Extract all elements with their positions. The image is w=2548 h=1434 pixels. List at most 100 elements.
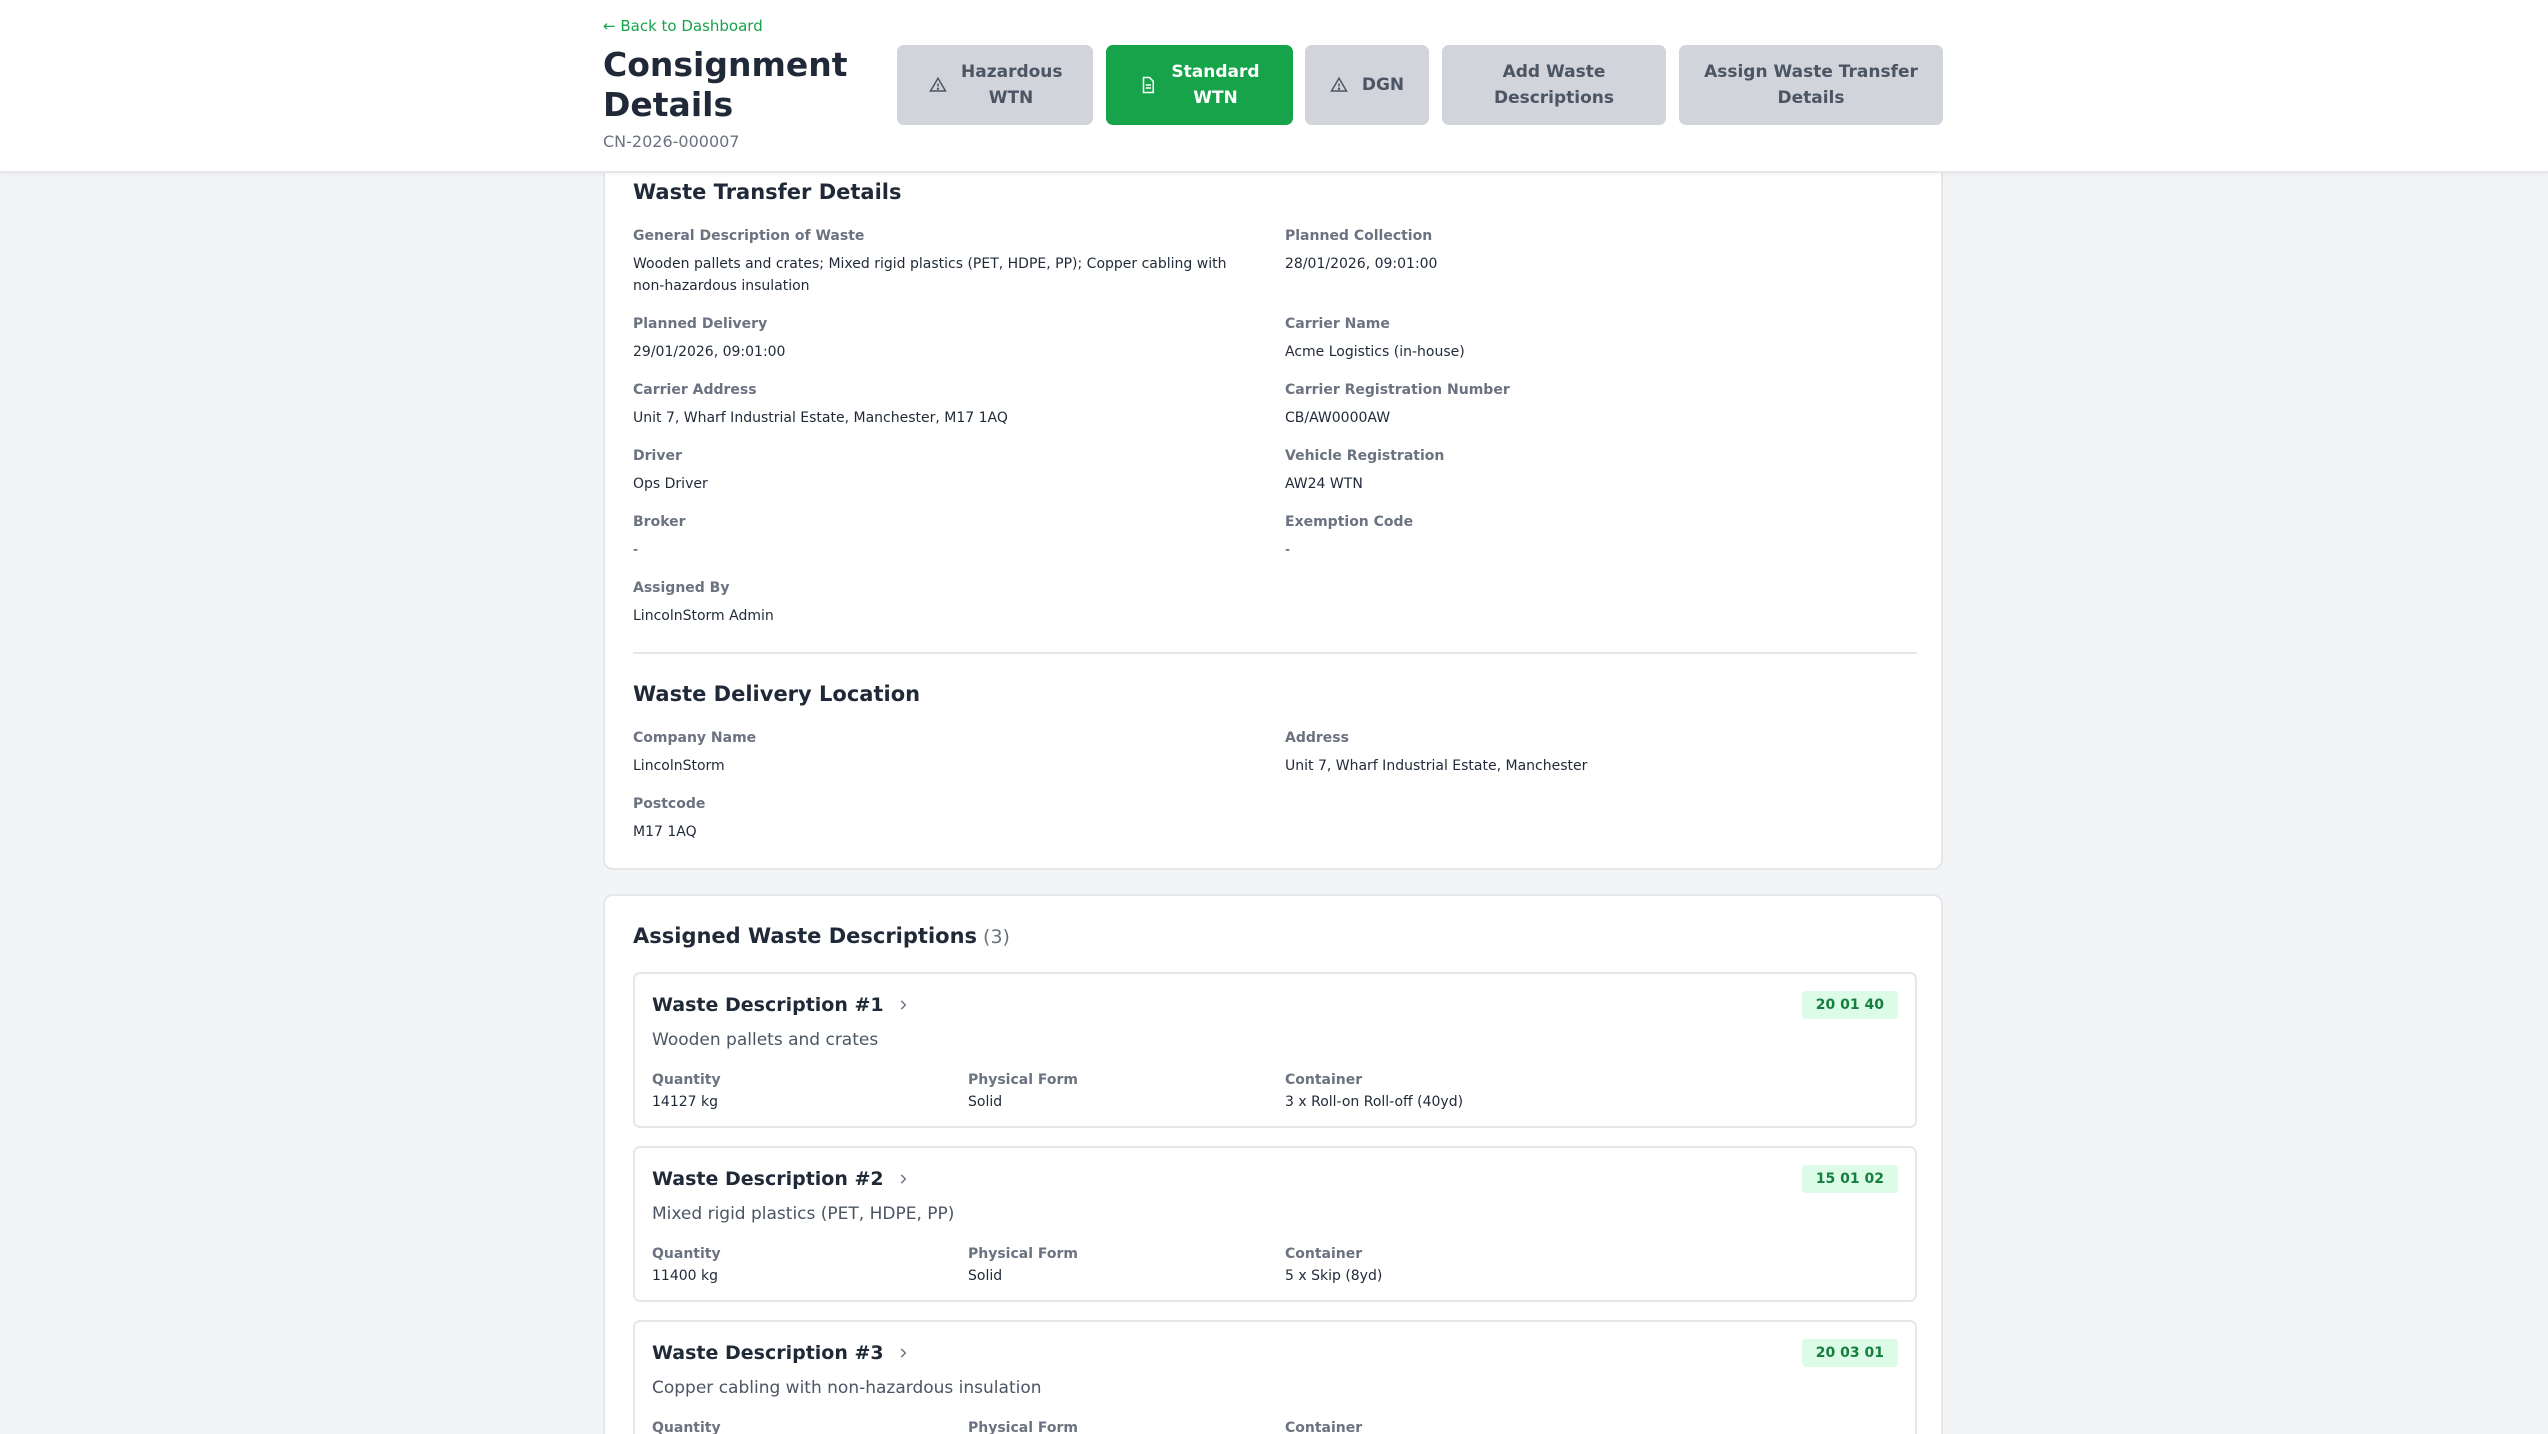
physical-form-field: Physical Form Solid xyxy=(968,1246,1078,1284)
quantity-field: Quantity 14127 kg xyxy=(652,1072,721,1110)
container-label: Container xyxy=(1285,1420,1363,1434)
waste-transfer-title: Waste Transfer Details xyxy=(633,180,902,204)
back-to-dashboard-link[interactable]: ← Back to Dashboard xyxy=(603,17,763,35)
field-value: AW24 WTN xyxy=(1285,476,1363,492)
waste-description-item[interactable]: Waste Description #2 Mixed rigid plastic… xyxy=(633,1146,1917,1302)
dgn-button[interactable]: DGN xyxy=(1305,45,1429,125)
ewc-code-badge: 20 03 01 xyxy=(1801,1339,1898,1367)
physical-form-field: Physical Form xyxy=(968,1420,1078,1434)
quantity-label: Quantity xyxy=(652,1246,721,1262)
field-label: Planned Delivery xyxy=(633,316,768,332)
field-value: CB/AW0000AW xyxy=(1285,410,1391,426)
field-value: M17 1AQ xyxy=(633,824,697,840)
field-carrier-registration: Carrier Registration Number CB/AW0000AW xyxy=(1285,382,1905,429)
field-address: Address Unit 7, Wharf Industrial Estate,… xyxy=(1285,730,1905,777)
standard-wtn-button[interactable]: Standard WTN xyxy=(1106,45,1293,125)
container-value: 5 x Skip (8yd) xyxy=(1285,1268,1383,1284)
quantity-label: Quantity xyxy=(652,1420,721,1434)
field-vehicle-registration: Vehicle Registration AW24 WTN xyxy=(1285,448,1905,495)
section-divider xyxy=(633,652,1917,654)
waste-description-title-text: Waste Description #3 xyxy=(652,1342,884,1364)
waste-description-title-text: Waste Description #2 xyxy=(652,1168,884,1190)
quantity-field: Quantity 11400 kg xyxy=(652,1246,721,1284)
waste-description-item[interactable]: Waste Description #3 Copper cabling with… xyxy=(633,1320,1917,1434)
field-label: Exemption Code xyxy=(1285,514,1414,530)
field-label: Carrier Address xyxy=(633,382,757,398)
container-field: Container 3 x Roll-on Roll-off (40yd) xyxy=(1285,1072,1463,1110)
waste-description-title[interactable]: Waste Description #3 xyxy=(652,1342,910,1364)
field-value: - xyxy=(1285,542,1291,558)
waste-description-title[interactable]: Waste Description #2 xyxy=(652,1168,910,1190)
field-label: General Description of Waste xyxy=(633,228,865,244)
quantity-field: Quantity xyxy=(652,1420,721,1434)
container-field: Container xyxy=(1285,1420,1362,1434)
dgn-label: DGN xyxy=(1361,75,1405,95)
waste-description-text: Wooden pallets and crates xyxy=(652,1030,879,1050)
field-label: Address xyxy=(1285,730,1349,746)
field-label: Driver xyxy=(633,448,682,464)
waste-description-text: Copper cabling with non-hazardous insula… xyxy=(652,1378,1042,1398)
field-value: Unit 7, Wharf Industrial Estate, Manches… xyxy=(1285,758,1588,774)
hazardous-wtn-button[interactable]: Hazardous WTN xyxy=(897,45,1093,125)
field-postcode: Postcode M17 1AQ xyxy=(633,796,1253,843)
page-title: Consignment Details xyxy=(603,45,848,124)
field-value: - xyxy=(633,542,639,558)
physical-form-value: Solid xyxy=(968,1268,1003,1284)
field-planned-delivery: Planned Delivery 29/01/2026, 09:01:00 xyxy=(633,316,1253,363)
waste-description-text: Mixed rigid plastics (PET, HDPE, PP) xyxy=(652,1204,955,1224)
assign-waste-transfer-label: Assign Waste Transfer Details xyxy=(1704,62,1918,108)
field-value: Unit 7, Wharf Industrial Estate, Manches… xyxy=(633,410,1008,426)
field-value: LincolnStorm Admin xyxy=(633,608,774,624)
waste-delivery-location-title: Waste Delivery Location xyxy=(633,682,921,706)
field-label: Company Name xyxy=(633,730,757,746)
field-general-description: General Description of Waste Wooden pall… xyxy=(633,228,1253,297)
waste-description-title[interactable]: Waste Description #1 xyxy=(652,994,910,1016)
field-carrier-name: Carrier Name Acme Logistics (in-house) xyxy=(1285,316,1905,363)
field-label: Vehicle Registration xyxy=(1285,448,1445,464)
physical-form-label: Physical Form xyxy=(968,1072,1079,1088)
physical-form-value: Solid xyxy=(968,1094,1003,1110)
document-icon xyxy=(1139,76,1157,94)
physical-form-field: Physical Form Solid xyxy=(968,1072,1078,1110)
field-label: Carrier Name xyxy=(1285,316,1390,332)
ewc-code-badge: 15 01 02 xyxy=(1801,1165,1898,1193)
page-header: ← Back to Dashboard Consignment Details … xyxy=(0,0,2548,173)
quantity-label: Quantity xyxy=(652,1072,721,1088)
container-label: Container xyxy=(1285,1072,1363,1088)
field-value: Ops Driver xyxy=(633,476,708,492)
field-label: Assigned By xyxy=(633,580,730,596)
waste-description-item[interactable]: Waste Description #1 Wooden pallets and … xyxy=(633,972,1917,1128)
ewc-code-badge: 20 01 40 xyxy=(1801,991,1898,1019)
chevron-right-icon xyxy=(896,1172,910,1186)
container-value: 3 x Roll-on Roll-off (40yd) xyxy=(1285,1094,1464,1110)
field-carrier-address: Carrier Address Unit 7, Wharf Industrial… xyxy=(633,382,1253,429)
assigned-waste-descriptions-title: Assigned Waste Descriptions (3) xyxy=(633,924,1010,948)
field-driver: Driver Ops Driver xyxy=(633,448,1253,495)
chevron-right-icon xyxy=(896,1346,910,1360)
field-label: Broker xyxy=(633,514,686,530)
field-planned-collection: Planned Collection 28/01/2026, 09:01:00 xyxy=(1285,228,1905,275)
waste-transfer-card: Waste Transfer Details General Descripti… xyxy=(603,140,1943,870)
field-value: Acme Logistics (in-house) xyxy=(1285,344,1465,360)
quantity-value: 11400 kg xyxy=(652,1268,718,1284)
add-waste-descriptions-button[interactable]: Add Waste Descriptions xyxy=(1442,45,1666,125)
warning-triangle-icon xyxy=(1330,76,1348,94)
field-broker: Broker - xyxy=(633,514,1253,561)
field-value: 29/01/2026, 09:01:00 xyxy=(633,344,786,360)
field-company-name: Company Name LincolnStorm xyxy=(633,730,1253,777)
field-assigned-by: Assigned By LincolnStorm Admin xyxy=(633,580,1253,627)
add-waste-descriptions-label: Add Waste Descriptions xyxy=(1493,62,1615,108)
consignment-id: CN-2026-000007 xyxy=(603,132,740,151)
warning-triangle-icon xyxy=(929,76,947,94)
field-value: Wooden pallets and crates; Mixed rigid p… xyxy=(633,256,1227,294)
assign-waste-transfer-button[interactable]: Assign Waste Transfer Details xyxy=(1679,45,1943,125)
field-value: 28/01/2026, 09:01:00 xyxy=(1285,256,1438,272)
chevron-right-icon xyxy=(896,998,910,1012)
quantity-value: 14127 kg xyxy=(652,1094,718,1110)
assigned-waste-descriptions-card: Assigned Waste Descriptions (3) Waste Des… xyxy=(603,894,1943,1434)
field-exemption-code: Exemption Code - xyxy=(1285,514,1905,561)
assigned-title-text: Assigned Waste Descriptions xyxy=(633,924,978,948)
field-label: Planned Collection xyxy=(1285,228,1433,244)
physical-form-label: Physical Form xyxy=(968,1246,1079,1262)
field-value: LincolnStorm xyxy=(633,758,725,774)
